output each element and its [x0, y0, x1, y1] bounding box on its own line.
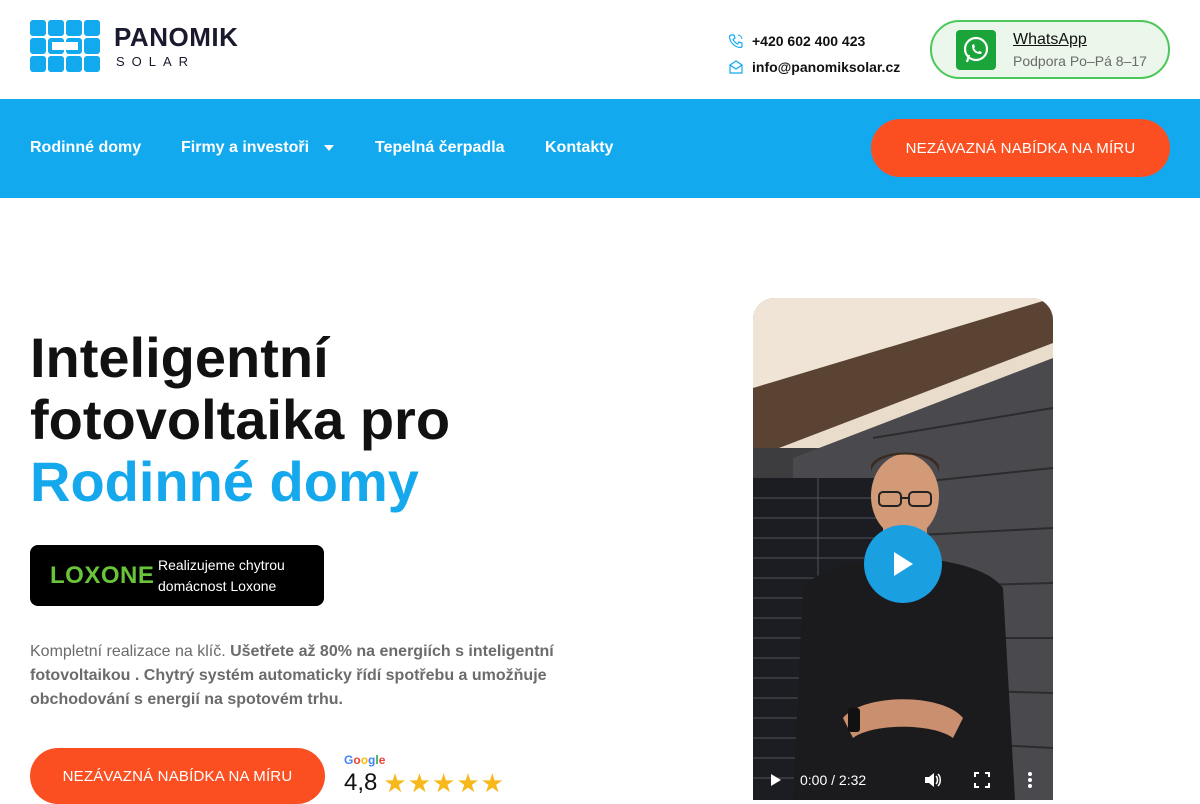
- video-controls: 0:00 / 2:32: [753, 760, 1053, 800]
- hero-title-line2: fotovoltaika pro: [30, 388, 451, 451]
- nav-item-rodinne-domy[interactable]: Rodinné domy: [30, 139, 141, 157]
- hero-title-accent: Rodinné domy: [30, 450, 419, 513]
- phone-icon: [728, 34, 743, 49]
- whatsapp-subtitle: Podpora Po–Pá 8–17: [1013, 53, 1147, 69]
- brand-logo[interactable]: PANOMIK SOLAR: [30, 20, 238, 72]
- more-vertical-icon[interactable]: [1027, 771, 1033, 789]
- star-icon: ★: [383, 768, 407, 798]
- email-link[interactable]: info@panomiksolar.cz: [728, 54, 900, 80]
- hero-offer-button[interactable]: NEZÁVAZNÁ NABÍDKA NA MÍRU: [30, 748, 325, 804]
- hero-title: Inteligentní fotovoltaika pro Rodinné do…: [30, 327, 450, 513]
- main-nav: Rodinné domy Firmy a investoři Tepelná č…: [0, 99, 1200, 198]
- phone-link[interactable]: +420 602 400 423: [728, 28, 900, 54]
- nav-item-firmy[interactable]: Firmy a investoři: [181, 139, 335, 157]
- google-logo: Google: [344, 753, 386, 767]
- whatsapp-title: WhatsApp: [1013, 31, 1087, 48]
- star-icon: ★: [480, 768, 504, 798]
- nav-offer-button[interactable]: NEZÁVAZNÁ NABÍDKA NA MÍRU: [871, 119, 1170, 177]
- nav-label: Firmy a investoři: [181, 139, 310, 156]
- caret-down-icon: [324, 145, 335, 151]
- contact-info: +420 602 400 423 info@panomiksolar.cz: [728, 28, 900, 80]
- loxone-badge[interactable]: LOXONE Realizujeme chytrou domácnost Lox…: [30, 545, 324, 606]
- play-control-icon[interactable]: [769, 773, 783, 787]
- whatsapp-icon: [956, 29, 996, 70]
- email-address: info@panomiksolar.cz: [752, 59, 901, 75]
- whatsapp-button[interactable]: WhatsApp Podpora Po–Pá 8–17: [930, 20, 1170, 79]
- nav-label: Rodinné domy: [30, 139, 142, 156]
- video-time: 0:00 / 2:32: [800, 772, 867, 788]
- loxone-logo: LOXONE: [50, 561, 155, 589]
- loxone-text-line1: Realizujeme chytrou: [158, 556, 285, 573]
- play-icon[interactable]: [864, 525, 942, 603]
- hero-description-plain: Kompletní realizace na klíč.: [30, 643, 231, 660]
- rating-score: 4,8: [344, 769, 378, 796]
- nav-item-kontakty[interactable]: Kontakty: [545, 139, 613, 157]
- fullscreen-icon[interactable]: [974, 772, 990, 788]
- brand-name: PANOMIK: [114, 21, 239, 52]
- star-icon: ★: [407, 768, 431, 798]
- brand-subtitle: SOLAR: [116, 53, 196, 69]
- top-header: PANOMIK SOLAR +420 602 400 423 info@pano…: [0, 0, 1200, 99]
- phone-number: +420 602 400 423: [752, 33, 866, 49]
- nav-label: Kontakty: [545, 139, 614, 156]
- google-rating[interactable]: Google 4,8 ★ ★ ★ ★ ★: [344, 753, 505, 797]
- logo-mark-icon: [30, 20, 100, 72]
- mail-icon: [729, 60, 743, 74]
- hero-video[interactable]: 0:00 / 2:32: [753, 298, 1053, 800]
- nav-label: Tepelná čerpadla: [375, 139, 505, 156]
- nav-item-tepelna-cerpadla[interactable]: Tepelná čerpadla: [375, 139, 505, 157]
- hero-description: Kompletní realizace na klíč. Ušetřete až…: [30, 640, 590, 712]
- star-icon: ★: [456, 768, 480, 798]
- loxone-text: Realizujeme chytrou domácnost Loxone: [158, 555, 285, 597]
- volume-icon[interactable]: [924, 772, 942, 788]
- star-icon: ★: [432, 768, 456, 798]
- loxone-text-line2: domácnost Loxone: [158, 577, 277, 594]
- hero-title-line1: Inteligentní: [30, 326, 329, 389]
